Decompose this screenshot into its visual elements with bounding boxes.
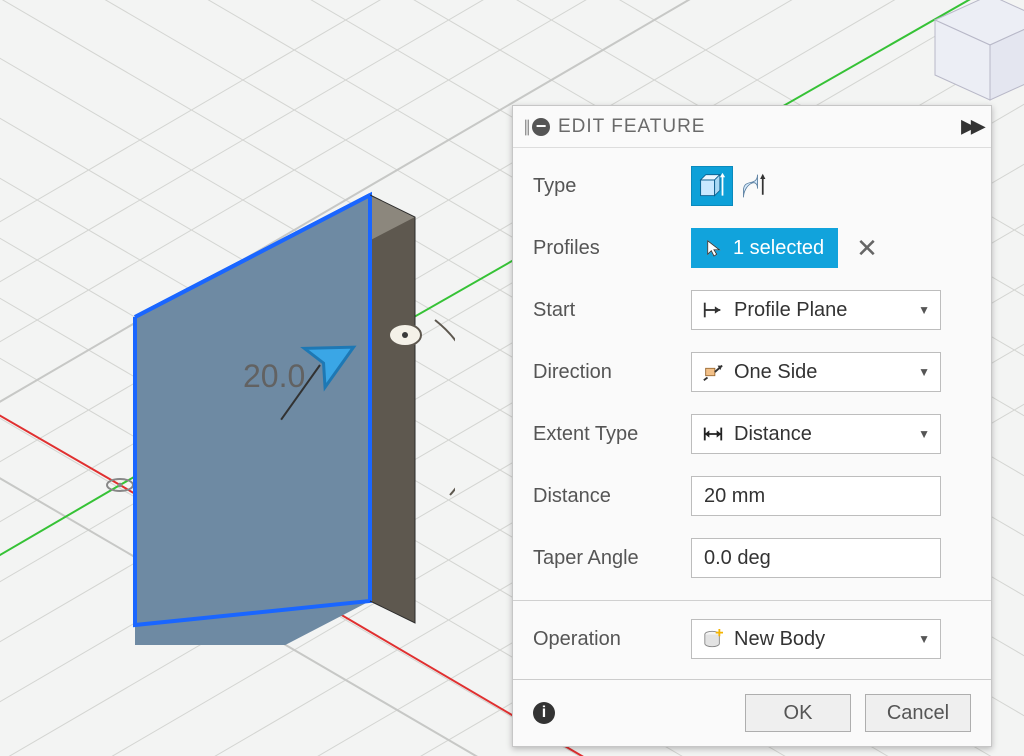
extrude-preview-solid[interactable] [115, 165, 455, 645]
viewcube [935, 0, 1024, 100]
type-surface-button[interactable] [733, 166, 775, 206]
cursor-icon [705, 239, 723, 257]
start-value: Profile Plane [734, 299, 847, 322]
direction-label: Direction [533, 361, 691, 384]
operation-value: New Body [734, 628, 825, 651]
profiles-chip-text: 1 selected [733, 237, 824, 260]
extrude-solid-icon [698, 172, 726, 200]
direction-value: One Side [734, 361, 817, 384]
operation-label: Operation [533, 628, 691, 651]
profile-plane-icon [702, 300, 724, 320]
start-label: Start [533, 299, 691, 322]
distance-input[interactable] [702, 484, 930, 509]
chevron-down-icon: ▼ [918, 365, 930, 379]
distance-input-wrap [691, 476, 941, 516]
panel-title: EDIT FEATURE [558, 116, 961, 138]
chevron-down-icon: ▼ [918, 632, 930, 646]
extent-dropdown[interactable]: Distance ▼ [691, 414, 941, 454]
panel-header[interactable]: ∥ − EDIT FEATURE ▶▶ [513, 106, 991, 148]
panel-expand-icon[interactable]: ▶▶ [961, 116, 981, 137]
extrude-surface-icon [740, 172, 768, 200]
type-label: Type [533, 175, 691, 198]
collapse-icon[interactable]: − [532, 118, 550, 136]
distance-label: Distance [533, 485, 691, 508]
info-icon[interactable]: i [533, 702, 555, 724]
ok-button[interactable]: OK [745, 694, 851, 732]
new-body-icon [702, 629, 724, 649]
start-dropdown[interactable]: Profile Plane ▼ [691, 290, 941, 330]
taper-input-wrap [691, 538, 941, 578]
type-solid-button[interactable] [691, 166, 733, 206]
taper-label: Taper Angle [533, 547, 691, 570]
section-divider [513, 600, 991, 601]
panel-grip-icon[interactable]: ∥ [523, 117, 528, 137]
profiles-clear-button[interactable]: ✕ [856, 235, 878, 261]
chevron-down-icon: ▼ [918, 303, 930, 317]
dimension-annotation[interactable]: 20.0 [243, 358, 305, 395]
operation-dropdown[interactable]: New Body ▼ [691, 619, 941, 659]
taper-input[interactable] [702, 546, 930, 571]
chevron-down-icon: ▼ [918, 427, 930, 441]
one-side-icon [702, 362, 724, 382]
profiles-selection-chip[interactable]: 1 selected [691, 228, 838, 268]
distance-icon [702, 424, 724, 444]
extent-label: Extent Type [533, 423, 691, 446]
edit-feature-panel: ∥ − EDIT FEATURE ▶▶ Type [512, 105, 992, 747]
cancel-button[interactable]: Cancel [865, 694, 971, 732]
extent-value: Distance [734, 423, 812, 446]
profiles-label: Profiles [533, 237, 691, 260]
direction-dropdown[interactable]: One Side ▼ [691, 352, 941, 392]
